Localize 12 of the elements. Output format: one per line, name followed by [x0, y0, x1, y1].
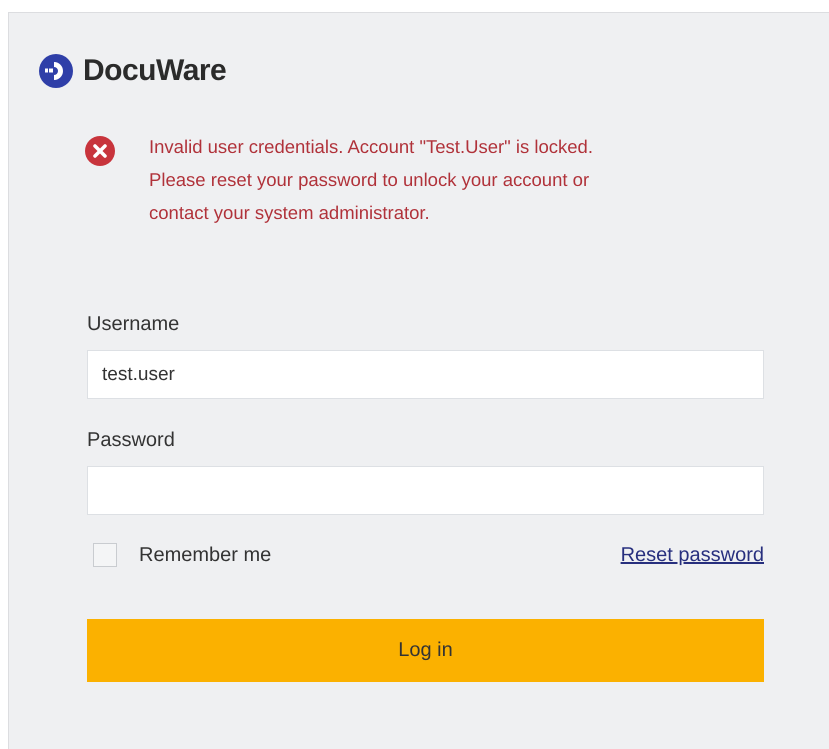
- password-field[interactable]: [87, 466, 764, 515]
- login-button[interactable]: Log in: [87, 619, 764, 682]
- reset-password-link[interactable]: Reset password: [620, 544, 764, 566]
- checkbox-label: Remember me: [139, 544, 272, 566]
- error-icon: [85, 136, 115, 166]
- logo-text: DocuWare: [83, 54, 226, 88]
- field-label: Username: [87, 313, 180, 336]
- remember-checkbox[interactable]: [93, 543, 117, 567]
- field-label: Password: [87, 429, 175, 452]
- logo-icon: [39, 54, 73, 88]
- error-message: Invalid user credentials. Account "Test.User" is locked. Please reset your password to unlock your account or contact your system administrator.: [149, 135, 594, 225]
- username-field[interactable]: test.user: [87, 350, 764, 399]
